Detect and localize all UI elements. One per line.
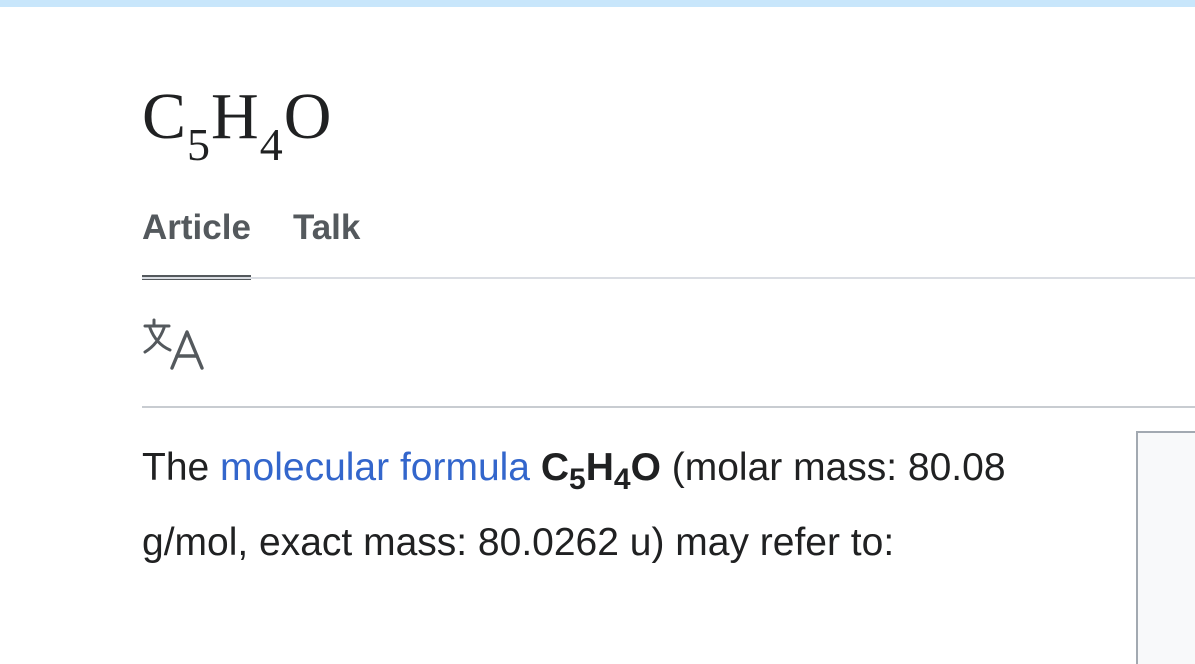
molecular-formula-link[interactable]: molecular formula (220, 446, 530, 489)
lead-formula: C5H4O (540, 446, 661, 496)
title-oxygen: O (283, 80, 332, 153)
tab-talk[interactable]: Talk (293, 204, 360, 280)
title-carbon-subscript: 5 (187, 119, 211, 170)
top-accent-strip (0, 0, 1195, 7)
namespace-tabs: Article Talk (142, 204, 360, 280)
lead-space (530, 446, 541, 489)
language-divider (142, 406, 1195, 408)
formula-oxygen: O (630, 446, 661, 489)
title-hydrogen-subscript: 4 (259, 119, 283, 170)
infobox-edge (1136, 431, 1195, 664)
tab-article[interactable]: Article (142, 204, 251, 280)
tabs-divider (142, 277, 1195, 279)
formula-carbon: C (540, 446, 570, 489)
page-title: C5H4O (142, 72, 332, 170)
lead-paragraph: The molecular formula C5H4O (molar mass:… (142, 432, 1122, 579)
title-carbon: C (142, 80, 187, 153)
title-hydrogen: H (211, 80, 259, 153)
formula-carbon-subscript: 5 (569, 463, 586, 496)
language-button[interactable] (142, 316, 208, 374)
translate-icon (143, 318, 204, 370)
formula-hydrogen: H (585, 446, 614, 489)
formula-hydrogen-subscript: 4 (613, 463, 631, 496)
lead-prefix: The (142, 446, 221, 489)
